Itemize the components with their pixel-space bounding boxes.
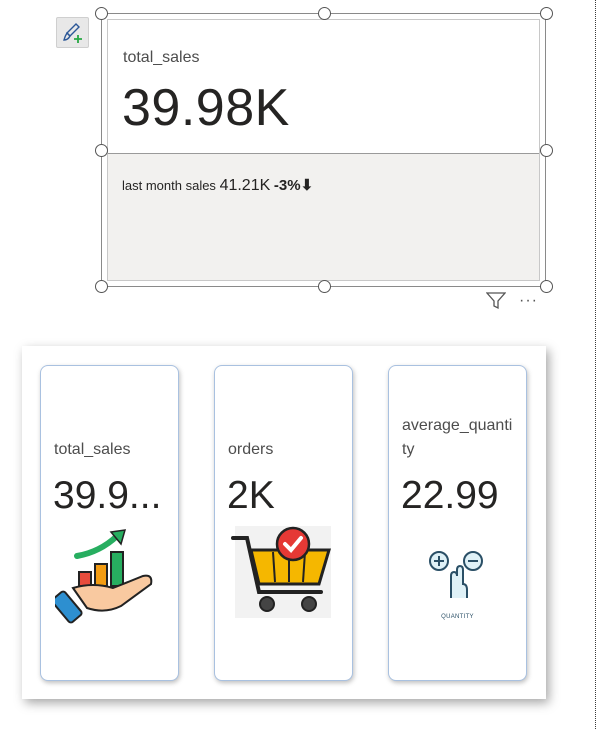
resize-handle-bottom-right[interactable]: [540, 280, 553, 293]
resize-handle-top-left[interactable]: [95, 7, 108, 20]
trend-goal-value: 41.21K: [219, 177, 271, 194]
card-title-line-2: ty: [402, 441, 415, 458]
kpi-value: 39.98K: [122, 79, 290, 137]
resize-handle-right[interactable]: [540, 144, 553, 157]
card-title: average_quanti ty: [402, 414, 512, 462]
resize-handle-top[interactable]: [318, 7, 331, 20]
resize-handle-top-right[interactable]: [540, 7, 553, 20]
canvas-boundary: [595, 0, 596, 729]
sales-growth-hand-icon: [55, 529, 153, 624]
more-options-icon[interactable]: ···: [519, 292, 538, 310]
filter-icon[interactable]: [485, 292, 507, 315]
card-title-line-1: average_quanti: [402, 417, 513, 434]
card-value: 2K: [227, 474, 275, 517]
format-painter-button[interactable]: [56, 17, 89, 48]
kpi-title: total_sales: [123, 49, 200, 66]
resize-handle-left[interactable]: [95, 144, 108, 157]
card-row-panel: total_sales 39.9... orders 2K average_qu…: [22, 346, 546, 699]
card-title: total_sales: [54, 441, 131, 458]
card-total-sales[interactable]: total_sales 39.9...: [40, 365, 179, 681]
quantity-icon-caption: QUANTITY: [441, 614, 474, 620]
trend-label: last month sales: [122, 178, 216, 193]
kpi-trend-text: last month sales 41.21K -3%⬇: [122, 176, 313, 195]
kpi-visual[interactable]: total_sales 39.98K last month sales 41.2…: [101, 13, 546, 287]
trend-delta: -3%⬇: [273, 177, 314, 194]
card-value: 39.9...: [53, 474, 162, 517]
card-average-quantity[interactable]: average_quanti ty 22.99 QUANTITY: [388, 365, 527, 681]
resize-handle-bottom[interactable]: [318, 280, 331, 293]
card-title: orders: [228, 441, 274, 458]
kpi-trend-area: last month sales 41.21K -3%⬇: [108, 153, 539, 280]
quantity-plus-minus-icon: [429, 551, 483, 598]
paintbrush-plus-icon: [62, 22, 82, 43]
resize-handle-bottom-left[interactable]: [95, 280, 108, 293]
kpi-card: total_sales 39.98K last month sales 41.2…: [107, 19, 540, 281]
card-value: 22.99: [401, 474, 499, 517]
card-orders[interactable]: orders 2K: [214, 365, 353, 681]
shopping-cart-check-icon: [231, 526, 332, 618]
